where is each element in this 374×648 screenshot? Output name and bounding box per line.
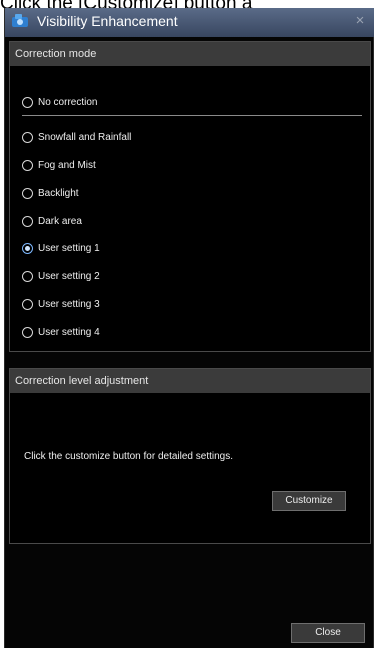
radio-label: No correction bbox=[38, 96, 98, 108]
divider bbox=[22, 115, 362, 116]
radio-label: User setting 3 bbox=[38, 298, 100, 310]
visibility-enhancement-dialog: Visibility Enhancement × Correction mode… bbox=[4, 8, 374, 648]
radio-option-dark-area[interactable]: Dark area bbox=[22, 211, 82, 231]
radio-button[interactable] bbox=[22, 326, 33, 338]
radio-label: Dark area bbox=[38, 215, 82, 227]
camera-icon bbox=[12, 14, 28, 27]
radio-option-snowfall-rainfall[interactable]: Snowfall and Rainfall bbox=[22, 127, 131, 147]
correction-level-header: Correction level adjustment bbox=[10, 369, 370, 393]
radio-button[interactable] bbox=[22, 215, 33, 227]
close-button[interactable]: Close bbox=[291, 623, 365, 643]
radio-option-no-correction[interactable]: No correction bbox=[22, 92, 97, 112]
radio-option-user-setting-3[interactable]: User setting 3 bbox=[22, 294, 100, 314]
radio-button[interactable] bbox=[22, 159, 33, 171]
dialog-title: Visibility Enhancement bbox=[37, 13, 178, 29]
radio-label: User setting 4 bbox=[38, 326, 100, 338]
title-bar: Visibility Enhancement × bbox=[5, 8, 374, 37]
radio-option-user-setting-1[interactable]: User setting 1 bbox=[22, 238, 100, 258]
correction-mode-panel: Correction mode No correction Snowfall a… bbox=[9, 41, 371, 352]
radio-label: Fog and Mist bbox=[38, 159, 96, 171]
radio-button-selected[interactable] bbox=[22, 242, 33, 254]
radio-option-user-setting-4[interactable]: User setting 4 bbox=[22, 322, 100, 342]
customize-button[interactable]: Customize bbox=[272, 491, 346, 511]
radio-button[interactable] bbox=[22, 298, 33, 310]
radio-option-fog-mist[interactable]: Fog and Mist bbox=[22, 155, 96, 175]
close-icon[interactable]: × bbox=[352, 12, 368, 30]
radio-option-user-setting-2[interactable]: User setting 2 bbox=[22, 266, 100, 286]
radio-label: User setting 1 bbox=[38, 242, 100, 254]
customize-hint-text: Click the customize button for detailed … bbox=[24, 451, 233, 462]
radio-button[interactable] bbox=[22, 187, 33, 199]
radio-button[interactable] bbox=[22, 131, 33, 143]
radio-button[interactable] bbox=[22, 270, 33, 282]
radio-label: User setting 2 bbox=[38, 270, 100, 282]
radio-option-backlight[interactable]: Backlight bbox=[22, 183, 79, 203]
radio-label: Snowfall and Rainfall bbox=[38, 131, 132, 143]
correction-level-panel: Correction level adjustment Click the cu… bbox=[9, 368, 371, 544]
radio-button[interactable] bbox=[22, 96, 33, 108]
radio-label: Backlight bbox=[38, 187, 79, 199]
correction-mode-header: Correction mode bbox=[10, 42, 370, 66]
